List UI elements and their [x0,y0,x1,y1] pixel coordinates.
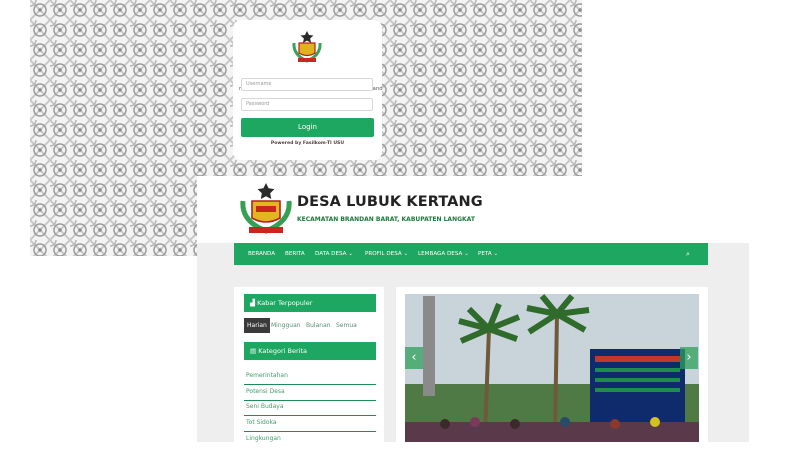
nav-peta[interactable]: PETA ⌄ [478,243,498,265]
nav-berita[interactable]: BERITA [285,243,305,265]
tab-bulanan[interactable]: Bulanan [306,318,331,333]
main-navbar: BERANDA BERITA DATA DESA ⌄ PROFIL DESA ⌄… [234,243,708,265]
search-icon[interactable]: ⌕ [686,243,690,265]
powered-by-text: Powered by Fasilkom-TI USU [270,141,345,146]
password-field[interactable]: Password [241,98,373,111]
popular-news-title: ▟ Kabar Terpopuler [244,294,376,312]
tab-harian[interactable]: Harian [244,318,270,333]
image-slider: ‹ › [396,287,708,442]
nav-beranda[interactable]: BERANDA [248,243,275,265]
slider-prev-button[interactable]: ‹ [405,347,423,369]
slide-photo [405,294,699,442]
category-potensi-desa[interactable]: Potensi Desa [244,385,376,401]
category-lingkungan[interactable]: Lingkungan [244,432,376,448]
site-subtitle: KECAMATAN BRANDAN BARAT, KABUPATEN LANGK… [297,216,475,223]
category-pemerintahan[interactable]: Pemerintahan [244,369,376,385]
site-header: DESA LUBUK KERTANG KECAMATAN BRANDAN BAR… [197,176,749,243]
username-field[interactable]: Username [241,78,373,91]
nav-data-desa[interactable]: DATA DESA ⌄ [315,243,353,265]
category-tot-sidoka[interactable]: Tot Sidoka [244,416,376,432]
slider-next-button[interactable]: › [680,347,698,369]
login-button[interactable]: Login [241,118,374,137]
village-emblem-logo [288,29,326,65]
village-emblem-logo [240,183,292,234]
site-title: DESA LUBUK KERTANG [297,194,483,210]
news-category-title: ▤ Kategori Berita [244,342,376,360]
tab-mingguan[interactable]: Mingguan [271,318,301,333]
category-seni-budaya[interactable]: Seni Budaya [244,400,376,416]
nav-lembaga-desa[interactable]: LEMBAGA DESA ⌄ [418,243,469,265]
website-preview: DESA LUBUK KERTANG KECAMATAN BRANDAN BAR… [197,176,749,442]
sidebar: ▟ Kabar Terpopuler Harian Mingguan Bulan… [234,287,384,442]
nav-profil-desa[interactable]: PROFIL DESA ⌄ [365,243,408,265]
tab-semua[interactable]: Semua [336,318,357,333]
login-card: nat datang di Desa Lubuk Kertang, Kecama… [233,20,382,160]
